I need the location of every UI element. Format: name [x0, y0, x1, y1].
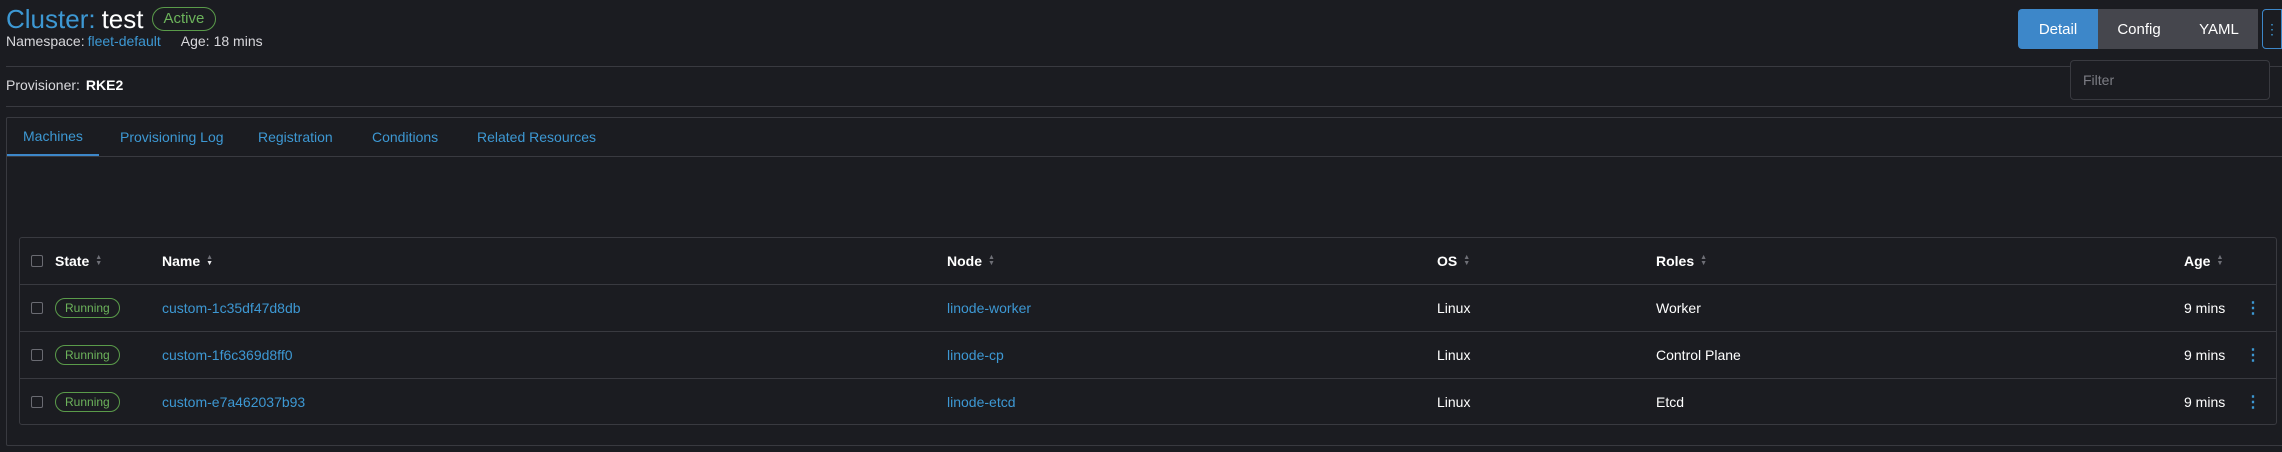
select-all-checkbox[interactable] — [31, 255, 43, 267]
machine-name-link[interactable]: custom-1f6c369d8ff0 — [162, 347, 293, 363]
sort-arrows-icon: ▲ ▼ — [1700, 254, 1708, 267]
column-state[interactable]: State ▲ ▼ — [55, 238, 102, 284]
sort-arrows-icon: ▲ ▼ — [206, 254, 214, 267]
tab-provisioning-log[interactable]: Provisioning Log — [120, 118, 224, 156]
sort-arrows-icon: ▲ ▼ — [2216, 254, 2224, 267]
tab-bar: Machines Provisioning Log Registration C… — [7, 118, 2282, 157]
age-label: Age: — [180, 33, 210, 49]
machine-name-link[interactable]: custom-e7a462037b93 — [162, 394, 305, 410]
age-value: 18 mins — [213, 33, 263, 49]
column-os[interactable]: OS ▲ ▼ — [1437, 238, 1470, 284]
os-cell: Linux — [1437, 393, 1471, 410]
row-checkbox[interactable] — [31, 348, 43, 361]
roles-cell: Control Plane — [1656, 346, 1741, 363]
cluster-meta: Namespace: fleet-default Age: 18 mins — [6, 33, 263, 49]
provisioner-value: RKE2 — [85, 77, 124, 93]
kebab-menu-icon[interactable]: ⋮ — [2245, 392, 2261, 412]
table-row: Running custom-1c35df47d8db linode-worke… — [20, 284, 2276, 332]
detail-button[interactable]: Detail — [2018, 9, 2098, 49]
cluster-name: test — [101, 3, 144, 34]
age-cell: 9 mins — [2184, 299, 2226, 316]
os-cell: Linux — [1437, 346, 1471, 363]
roles-cell: Etcd — [1656, 393, 1685, 410]
provisioner-row: Provisioner: RKE2 — [6, 77, 123, 93]
kebab-menu-icon[interactable]: ⋮ — [2245, 298, 2261, 318]
column-name[interactable]: Name ▲ ▼ — [162, 238, 213, 284]
node-link[interactable]: linode-cp — [947, 347, 1004, 363]
os-cell: Linux — [1437, 299, 1471, 316]
row-checkbox[interactable] — [31, 301, 43, 314]
machine-name-link[interactable]: custom-1c35df47d8db — [162, 300, 301, 316]
page-title: Cluster: test Active — [6, 2, 217, 36]
machines-table: State ▲ ▼ Name ▲ ▼ Node ▲ ▼ OS ▲ ▼ Roles ▲ ▼ … — [19, 237, 2277, 425]
sort-arrows-icon: ▲ ▼ — [1463, 254, 1471, 267]
table-row: Running custom-1f6c369d8ff0 linode-cp Li… — [20, 331, 2276, 379]
more-actions-button[interactable]: ⋮ — [2262, 9, 2282, 49]
view-switch: Detail Config YAML ⋮ — [2018, 9, 2282, 49]
sort-arrows-icon: ▲ ▼ — [988, 254, 995, 267]
yaml-button[interactable]: YAML — [2180, 9, 2258, 49]
roles-cell: Worker — [1656, 299, 1701, 316]
namespace-label: Namespace: — [6, 33, 85, 49]
divider — [6, 106, 2282, 107]
sort-arrows-icon: ▲ ▼ — [95, 254, 103, 267]
table-row: Running custom-e7a462037b93 linode-etcd … — [20, 378, 2276, 425]
config-button[interactable]: Config — [2098, 9, 2180, 49]
node-link[interactable]: linode-etcd — [947, 394, 1016, 410]
node-link[interactable]: linode-worker — [947, 300, 1031, 316]
tab-conditions[interactable]: Conditions — [372, 118, 438, 156]
tab-machines[interactable]: Machines — [7, 118, 99, 156]
provisioner-label: Provisioner: — [6, 77, 80, 93]
tab-related-resources[interactable]: Related Resources — [477, 118, 596, 156]
column-age[interactable]: Age ▲ ▼ — [2184, 238, 2223, 284]
status-badge: Active — [151, 7, 217, 31]
state-badge: Running — [55, 297, 120, 318]
column-roles[interactable]: Roles ▲ ▼ — [1656, 238, 1707, 284]
title-prefix: Cluster: — [6, 3, 96, 34]
filter-input[interactable] — [2070, 60, 2270, 100]
state-badge: Running — [55, 391, 120, 412]
column-node[interactable]: Node ▲ ▼ — [947, 238, 995, 284]
kebab-menu-icon[interactable]: ⋮ — [2245, 345, 2261, 365]
state-badge: Running — [55, 344, 120, 365]
namespace-link[interactable]: fleet-default — [88, 33, 161, 49]
table-header: State ▲ ▼ Name ▲ ▼ Node ▲ ▼ OS ▲ ▼ Roles ▲ ▼ … — [20, 238, 2276, 285]
divider — [6, 66, 2282, 67]
row-checkbox[interactable] — [31, 395, 43, 408]
age-cell: 9 mins — [2184, 346, 2226, 363]
age-cell: 9 mins — [2184, 393, 2226, 410]
tab-registration[interactable]: Registration — [258, 118, 333, 156]
